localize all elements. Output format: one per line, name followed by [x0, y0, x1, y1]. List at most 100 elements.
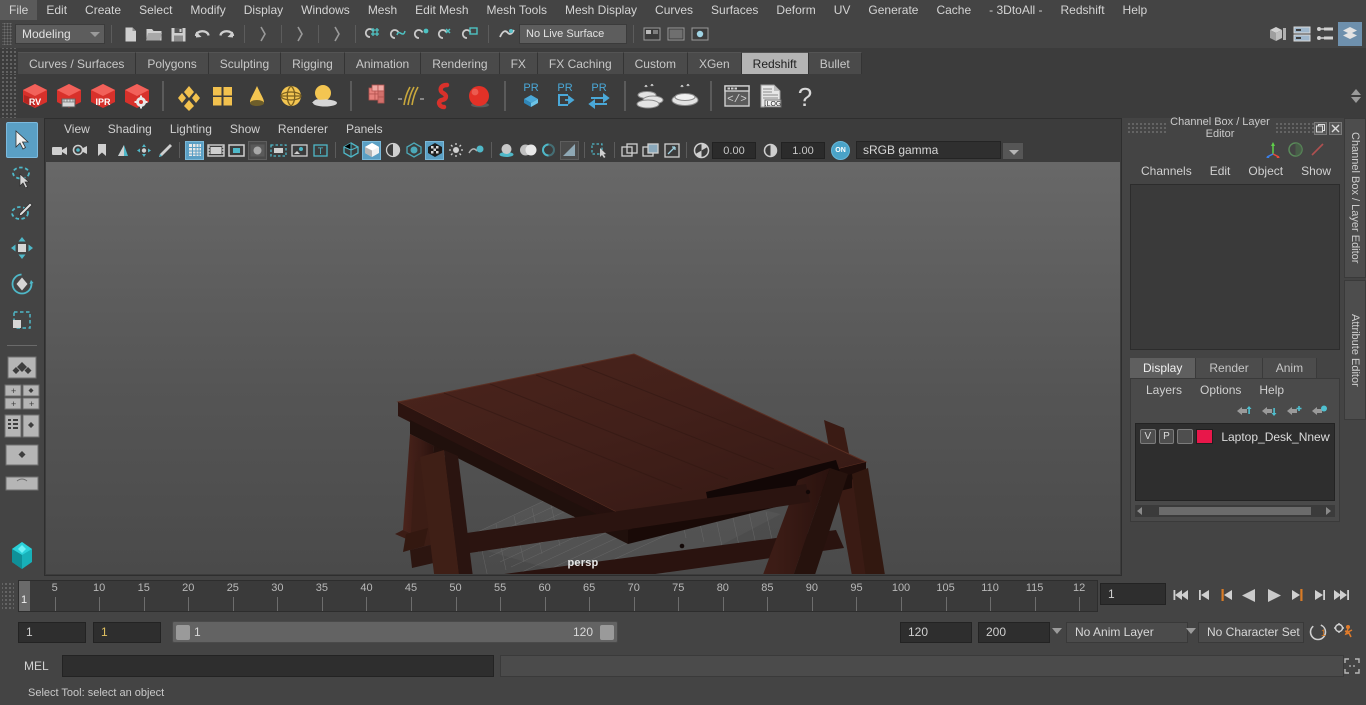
undock-icon[interactable]: [1314, 121, 1327, 135]
rotate-ring-icon[interactable]: [1284, 139, 1306, 159]
menu-edit[interactable]: Edit: [37, 0, 76, 20]
shelf-tab-rigging[interactable]: Rigging: [281, 52, 345, 74]
layer-list-scrollbar[interactable]: [1135, 505, 1335, 517]
scrollbar-thumb[interactable]: [1159, 507, 1311, 515]
layer-type-toggle[interactable]: [1177, 429, 1193, 444]
gamma-icon[interactable]: [761, 141, 780, 160]
shelf-tab-custom[interactable]: Custom: [623, 52, 688, 74]
redshift-log-icon[interactable]: .LOG: [754, 76, 788, 116]
scale-tick-icon[interactable]: [1306, 139, 1328, 159]
shelf-tab-curves-surfaces[interactable]: Curves / Surfaces: [18, 52, 137, 74]
layer-move-down-icon[interactable]: [1261, 404, 1277, 421]
animation-preferences-icon[interactable]: [1332, 621, 1356, 643]
redshift-pr-export-icon[interactable]: PR: [548, 76, 582, 116]
menu-cache[interactable]: Cache: [927, 0, 980, 20]
snap-to-grid-icon[interactable]: [362, 22, 386, 46]
current-time-indicator[interactable]: 1: [19, 581, 30, 611]
open-node-editor-icon[interactable]: [1314, 22, 1338, 46]
single-perspective-layout-button[interactable]: [4, 354, 40, 381]
animation-start-time-field[interactable]: 1: [18, 622, 86, 643]
range-slider-right-handle[interactable]: [600, 625, 614, 640]
menu-mesh-display[interactable]: Mesh Display: [556, 0, 646, 20]
play-backwards-icon[interactable]: [1238, 583, 1260, 607]
xray-active-components-icon[interactable]: [662, 141, 681, 160]
side-tab-channel-box[interactable]: Channel Box / Layer Editor: [1344, 118, 1366, 278]
play-forwards-icon[interactable]: [1263, 583, 1285, 607]
menu-mesh[interactable]: Mesh: [359, 0, 406, 20]
snap-to-curve-icon[interactable]: [386, 22, 410, 46]
new-scene-icon[interactable]: [118, 22, 142, 46]
anim-layer-selector[interactable]: No Anim Layer: [1066, 622, 1188, 643]
menu-generate[interactable]: Generate: [859, 0, 927, 20]
redshift-bake-set-icon[interactable]: [634, 76, 668, 116]
expand-script-editor-icon[interactable]: [1344, 658, 1360, 674]
open-outliner-icon[interactable]: [1290, 22, 1314, 46]
3d-viewport[interactable]: z y persp: [46, 162, 1120, 574]
viewport-menu-panels[interactable]: Panels: [337, 122, 392, 136]
character-set-selector[interactable]: No Character Set: [1198, 622, 1304, 643]
image-plane-icon[interactable]: [113, 141, 132, 160]
move-axis-icon[interactable]: [1262, 139, 1284, 159]
menu-mesh-tools[interactable]: Mesh Tools: [478, 0, 556, 20]
redshift-dome-light-icon[interactable]: [274, 76, 308, 116]
snap-to-point-icon[interactable]: [410, 22, 434, 46]
text-overlay-icon[interactable]: T: [311, 141, 330, 160]
chevron-down-icon[interactable]: [1002, 142, 1024, 160]
menu-3dtoall[interactable]: - 3DtoAll -: [980, 0, 1051, 20]
layer-visibility-toggle[interactable]: V: [1140, 429, 1156, 444]
gate-mask-icon[interactable]: [248, 140, 267, 160]
time-slider-grip[interactable]: [2, 582, 14, 610]
status-line-grip[interactable]: [2, 23, 12, 45]
menu-file[interactable]: File: [0, 0, 38, 20]
film-origin-icon[interactable]: [269, 141, 288, 160]
shelf-scroll-arrows[interactable]: [1348, 76, 1364, 116]
channel-box-menu-edit[interactable]: Edit: [1201, 164, 1240, 178]
redshift-bake-icon[interactable]: [668, 76, 702, 116]
redshift-render-settings-icon[interactable]: [120, 76, 154, 116]
menu-windows[interactable]: Windows: [292, 0, 359, 20]
rotate-tool-button[interactable]: [6, 266, 38, 302]
wireframe-on-shaded-icon[interactable]: [383, 141, 402, 160]
render-current-frame-icon[interactable]: [640, 22, 664, 46]
redshift-pr-object-icon[interactable]: PR: [514, 76, 548, 116]
two-sided-lighting-icon[interactable]: [467, 141, 486, 160]
move-tool-button[interactable]: [6, 230, 38, 266]
menu-create[interactable]: Create: [76, 0, 130, 20]
viewport-menu-shading[interactable]: Shading: [99, 122, 161, 136]
snap-to-view-plane-icon[interactable]: [458, 22, 482, 46]
selection-mask-object-icon[interactable]: [288, 22, 312, 46]
bookmark-icon[interactable]: [92, 141, 111, 160]
current-frame-field[interactable]: 1: [1100, 583, 1166, 605]
scale-tool-button[interactable]: [6, 302, 38, 338]
viewport-menu-show[interactable]: Show: [221, 122, 269, 136]
maya-bonus-tools-icon[interactable]: [4, 535, 40, 575]
redshift-ipr-icon[interactable]: IPR: [86, 76, 120, 116]
grease-pencil-icon[interactable]: [155, 141, 174, 160]
redshift-hair-icon[interactable]: [394, 76, 428, 116]
panel-grip[interactable]: [1126, 121, 1166, 135]
four-view-layout-button[interactable]: + + +: [4, 383, 40, 410]
shelf-tab-fx-caching[interactable]: FX Caching: [537, 52, 624, 74]
layer-menu-options[interactable]: Options: [1191, 383, 1250, 397]
layer-list[interactable]: VP Laptop_Desk_Nnewwar: [1135, 423, 1335, 501]
selection-mask-hierarchy-icon[interactable]: [251, 22, 275, 46]
command-input-field[interactable]: [62, 655, 494, 677]
previous-key-icon[interactable]: [1216, 583, 1235, 607]
layer-editor-tab-display[interactable]: Display: [1130, 358, 1197, 378]
channel-box-menu-channels[interactable]: Channels: [1132, 164, 1201, 178]
redshift-sphere-icon[interactable]: [462, 76, 496, 116]
live-surface-field[interactable]: No Live Surface: [519, 24, 627, 44]
anim-layer-chevron-icon[interactable]: [1052, 628, 1062, 634]
menu-modify[interactable]: Modify: [181, 0, 234, 20]
channel-box-menu-object[interactable]: Object: [1239, 164, 1292, 178]
close-icon[interactable]: [1329, 121, 1342, 135]
shelf-tab-sculpting[interactable]: Sculpting: [208, 52, 282, 74]
redo-icon[interactable]: [214, 22, 238, 46]
range-slider-bar[interactable]: 1 120: [172, 621, 618, 643]
playback-end-time-field[interactable]: 120: [900, 622, 972, 643]
shelf-tab-xgen[interactable]: XGen: [687, 52, 742, 74]
layer-color-swatch[interactable]: [1195, 429, 1214, 444]
channel-box-content[interactable]: [1130, 184, 1340, 350]
range-slider-left-handle[interactable]: [176, 625, 190, 640]
playback-start-time-field[interactable]: 1: [93, 622, 161, 643]
